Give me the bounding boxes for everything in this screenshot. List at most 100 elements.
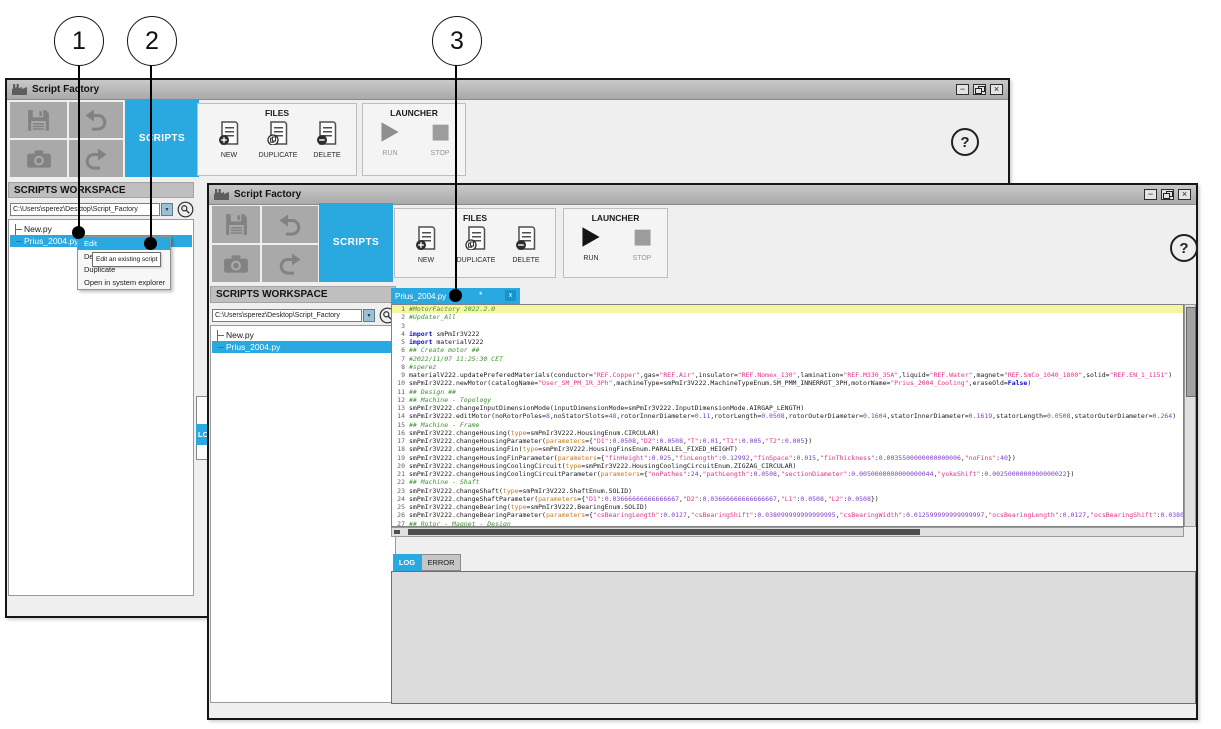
callout-dot-3 — [449, 289, 462, 302]
scripts-tab-button[interactable]: SCRIPTS — [125, 100, 199, 177]
editor-vertical-scrollbar[interactable] — [1184, 304, 1196, 527]
code-line: 1#MotorFactory 2022.2.0 — [392, 305, 1183, 313]
code-line: 16smPmIr3V222.changeHousing(type=smPmIr3… — [392, 429, 1183, 437]
callout-circle-3: 3 — [432, 16, 482, 66]
log-output-panel — [391, 571, 1196, 704]
duplicate-script-button[interactable]: DUPLICATE — [453, 226, 499, 264]
callout-dot-2 — [144, 237, 157, 250]
screenshot-button[interactable] — [212, 245, 260, 282]
undo-icon — [84, 108, 108, 132]
code-line: 26smPmIr3V222.changeBearingParameter(par… — [392, 511, 1183, 519]
code-line: 6## Create motor ## — [392, 346, 1183, 354]
help-button[interactable]: ? — [1170, 234, 1198, 262]
delete-file-icon — [515, 226, 537, 250]
new-label: NEW — [403, 257, 449, 264]
delete-script-button[interactable]: DELETE — [503, 226, 549, 264]
camera-icon — [26, 149, 52, 169]
code-line: 27## Rotor - Magnet - Design — [392, 520, 1183, 528]
code-line: 21smPmIr3V222.changeHousingCoolingCircui… — [392, 470, 1183, 478]
tree-item-newpy[interactable]: New.py — [10, 223, 192, 235]
undo-button[interactable] — [262, 206, 318, 243]
code-line: 12## Machine - Topology — [392, 396, 1183, 404]
delete-label: DELETE — [503, 257, 549, 264]
restore-glyph — [975, 86, 985, 94]
editor-horizontal-scrollbar[interactable] — [391, 527, 1184, 537]
run-button[interactable]: RUN — [367, 121, 413, 157]
chevron-down-icon[interactable]: ▼ — [363, 309, 375, 322]
code-line: 18smPmIr3V222.changeHousingFin(type=smPm… — [392, 445, 1183, 453]
context-menu-open-explorer[interactable]: Open in system explorer — [78, 276, 170, 289]
edit-tooltip: Edit an existing script — [92, 252, 161, 267]
run-button[interactable]: RUN — [568, 226, 614, 262]
hscroll-thumb[interactable] — [408, 529, 920, 535]
tree-item-prius2004[interactable]: Prius_2004.py — [212, 341, 394, 353]
stage: Script Factory − × SCRIPTS FILES NEW — [0, 0, 1221, 729]
code-editor[interactable]: 1#MotorFactory 2022.2.02#Updater_All34im… — [391, 304, 1184, 527]
screenshot-button[interactable] — [10, 140, 67, 177]
stop-icon — [632, 226, 652, 248]
code-line: 11## Design ## — [392, 388, 1183, 396]
callout-line-3 — [455, 64, 457, 296]
camera-icon — [223, 254, 249, 274]
tab-error[interactable]: ERROR — [421, 554, 461, 571]
code-line: 24smPmIr3V222.changeShaftParameter(param… — [392, 495, 1183, 503]
code-line: 19smPmIr3V222.changeHousingFinParameter(… — [392, 454, 1183, 462]
browse-folder-button[interactable] — [177, 201, 194, 218]
new-script-button[interactable]: NEW — [403, 226, 449, 264]
hscroll-left-arrow[interactable] — [394, 530, 400, 534]
minimize-icon[interactable]: − — [1144, 189, 1157, 200]
help-button[interactable]: ? — [951, 128, 979, 156]
workspace-header: SCRIPTS WORKSPACE — [8, 182, 194, 198]
restore-icon[interactable] — [1161, 189, 1174, 200]
new-script-button[interactable]: NEW — [206, 121, 252, 159]
code-line: 20smPmIr3V222.changeHousingCoolingCircui… — [392, 462, 1183, 470]
run-label: RUN — [367, 150, 413, 157]
save-button[interactable] — [10, 102, 67, 138]
launcher-group: LAUNCHER RUN STOP — [563, 208, 668, 278]
back-titlebar[interactable]: Script Factory − × — [7, 80, 1008, 100]
tree-item-newpy[interactable]: New.py — [212, 329, 394, 341]
tab-log[interactable]: LOG — [393, 554, 421, 571]
search-icon — [177, 201, 194, 218]
run-label: RUN — [568, 255, 614, 262]
code-line: 17smPmIr3V222.changeHousingParameter(par… — [392, 437, 1183, 445]
workspace-path-combo[interactable]: C:\Users\sperez\Desktop\Script_Factory — [212, 309, 362, 322]
code-line: 14smPmIr3V222.editMotor(noRotorPoles=8,n… — [392, 412, 1183, 420]
scripts-tab-button[interactable]: SCRIPTS — [319, 203, 393, 282]
stop-icon — [430, 121, 450, 143]
new-file-icon — [218, 121, 240, 145]
window-title: Script Factory — [32, 84, 99, 95]
duplicate-file-icon — [267, 121, 289, 145]
front-window: Script Factory − × SCRIPTS FILES NEW — [207, 183, 1198, 720]
code-line: 25smPmIr3V222.changeBearing(type=smPmIr3… — [392, 503, 1183, 511]
code-line: 7#2022/11/07 11:25:30 CET — [392, 355, 1183, 363]
duplicate-file-icon — [465, 226, 487, 250]
minimize-icon[interactable]: − — [956, 84, 969, 95]
close-icon[interactable]: × — [1178, 189, 1191, 200]
duplicate-script-button[interactable]: DUPLICATE — [255, 121, 301, 159]
chevron-down-icon[interactable]: ▼ — [161, 203, 173, 216]
callout-dot-1 — [72, 226, 85, 239]
front-titlebar[interactable]: Script Factory − × — [209, 185, 1196, 205]
new-label: NEW — [206, 152, 252, 159]
tab-close-icon[interactable]: x — [505, 290, 516, 301]
workspace-file-tree[interactable]: New.py Prius_2004.py — [210, 325, 396, 703]
code-line: 10smPmIr3V222.newMotor(catalogName="User… — [392, 379, 1183, 387]
redo-button[interactable] — [262, 245, 318, 282]
editor-tab-label: Prius_2004.py — [395, 292, 446, 301]
code-line: 9materialV222.updatePreferedMaterials(co… — [392, 371, 1183, 379]
launcher-group: LAUNCHER RUN STOP — [362, 103, 466, 176]
modified-indicator: * — [479, 290, 483, 300]
code-line: 2#Updater_All — [392, 313, 1183, 321]
vscroll-thumb[interactable] — [1186, 307, 1196, 397]
workspace-path-combo[interactable]: C:\Users\sperez\Desktop\Script_Factory — [10, 203, 160, 216]
stop-button[interactable]: STOP — [619, 226, 665, 262]
delete-script-button[interactable]: DELETE — [304, 121, 350, 159]
window-title: Script Factory — [234, 189, 301, 200]
callout-circle-1: 1 — [54, 16, 104, 66]
restore-icon[interactable] — [973, 84, 986, 95]
duplicate-label: DUPLICATE — [453, 257, 499, 264]
restore-glyph — [1163, 191, 1173, 199]
close-icon[interactable]: × — [990, 84, 1003, 95]
save-button[interactable] — [212, 206, 260, 243]
